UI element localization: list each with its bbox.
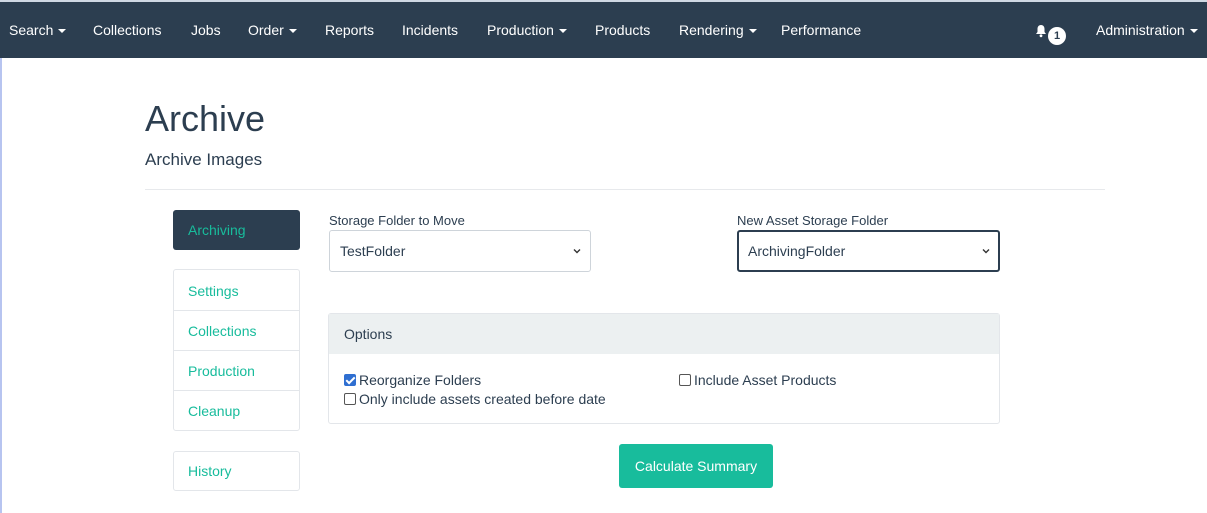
nav-products[interactable]: Products	[595, 2, 650, 60]
include-asset-products-checkbox[interactable]: Include Asset Products	[679, 372, 836, 388]
window-edge	[0, 0, 8, 513]
caret-down-icon	[1189, 29, 1198, 34]
checkbox-icon	[679, 374, 691, 386]
reorganize-folders-checkbox[interactable]: Reorganize Folders	[344, 372, 481, 388]
page-title: Archive	[145, 98, 266, 139]
top-navbar: Search Collections Jobs Order Reports In…	[0, 0, 1207, 58]
sidebar-item-production[interactable]: Production	[174, 350, 299, 390]
caret-down-icon	[58, 29, 67, 34]
sidebar-item-collections[interactable]: Collections	[174, 310, 299, 350]
checkbox-icon	[344, 393, 356, 405]
new-storage-folder-label: New Asset Storage Folder	[737, 213, 889, 228]
nav-reports[interactable]: Reports	[325, 2, 374, 60]
storage-folder-select[interactable]: TestFolder	[329, 230, 591, 272]
sidebar-group: Settings Collections Production Cleanup	[173, 269, 300, 431]
nav-performance[interactable]: Performance	[781, 2, 861, 60]
options-header: Options	[329, 314, 999, 354]
sidebar-item-archiving[interactable]: Archiving	[173, 210, 300, 250]
sidebar-item-cleanup[interactable]: Cleanup	[174, 390, 299, 430]
notification-count-badge: 1	[1048, 27, 1066, 45]
before-date-checkbox[interactable]: Only include assets created before date	[344, 391, 606, 407]
caret-down-icon	[558, 29, 567, 34]
nav-production[interactable]: Production	[487, 2, 567, 60]
storage-folder-value: TestFolder	[340, 243, 406, 259]
nav-search[interactable]: Search	[9, 2, 67, 60]
sidebar-item-settings[interactable]: Settings	[174, 271, 299, 311]
nav-order[interactable]: Order	[248, 2, 297, 60]
options-card: Options Reorganize Folders Include Asset…	[328, 313, 1000, 424]
checkbox-checked-icon	[344, 374, 356, 386]
storage-folder-label: Storage Folder to Move	[329, 213, 465, 228]
nav-collections[interactable]: Collections	[93, 2, 161, 60]
sidebar-item-history[interactable]: History	[173, 451, 300, 491]
bell-icon	[1036, 25, 1046, 38]
nav-rendering[interactable]: Rendering	[679, 2, 757, 60]
header-divider	[145, 189, 1105, 190]
new-storage-folder-value: ArchivingFolder	[748, 243, 846, 259]
nav-incidents[interactable]: Incidents	[402, 2, 458, 60]
chevron-down-icon	[982, 249, 990, 254]
new-storage-folder-select[interactable]: ArchivingFolder	[737, 230, 1000, 272]
nav-jobs[interactable]: Jobs	[191, 2, 221, 60]
page-subtitle: Archive Images	[145, 150, 263, 169]
caret-down-icon	[288, 29, 297, 34]
caret-down-icon	[748, 29, 757, 34]
chevron-down-icon	[573, 249, 581, 254]
nav-administration[interactable]: Administration	[1096, 2, 1198, 60]
calculate-summary-button[interactable]: Calculate Summary	[619, 444, 773, 488]
